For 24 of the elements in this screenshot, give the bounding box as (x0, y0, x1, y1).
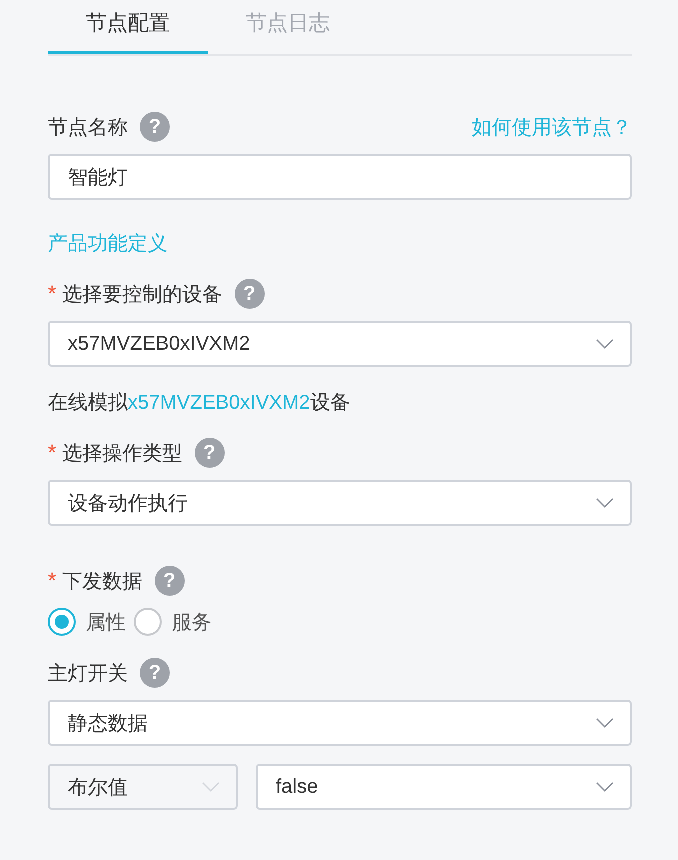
field-label: 选择操作类型 (62, 442, 183, 466)
tab[interactable]: 节点配置 (48, 0, 208, 54)
caret-icon (596, 718, 614, 728)
radio-label[interactable]: 服务 (172, 608, 212, 636)
field-label: 下发数据 (62, 570, 143, 594)
required-mark: * (48, 568, 57, 594)
caret-icon (596, 782, 614, 792)
simulate-text: 在线模拟x57MVZEB0xIVXM2设备 (48, 391, 352, 416)
required-mark: * (48, 440, 57, 466)
caret-icon (202, 782, 220, 792)
caret-icon (596, 498, 614, 508)
device-select[interactable]: x57MVZEB0xIVXM2 (48, 321, 632, 367)
radio-button[interactable] (48, 608, 76, 636)
field-label: 主灯开关 (48, 662, 128, 686)
radio-label[interactable]: 属性 (86, 608, 126, 636)
field-label: 节点名称 (48, 116, 128, 140)
caret-icon (596, 339, 614, 349)
data-source-select[interactable]: 静态数据 (48, 700, 632, 746)
name-input[interactable]: 智能灯 (48, 154, 632, 200)
operation-select[interactable]: 设备动作执行 (48, 480, 632, 526)
required-mark: * (48, 281, 57, 307)
field-label: 选择要控制的设备 (62, 282, 223, 308)
radio-button[interactable] (134, 608, 162, 636)
value-select[interactable]: false (256, 764, 632, 810)
